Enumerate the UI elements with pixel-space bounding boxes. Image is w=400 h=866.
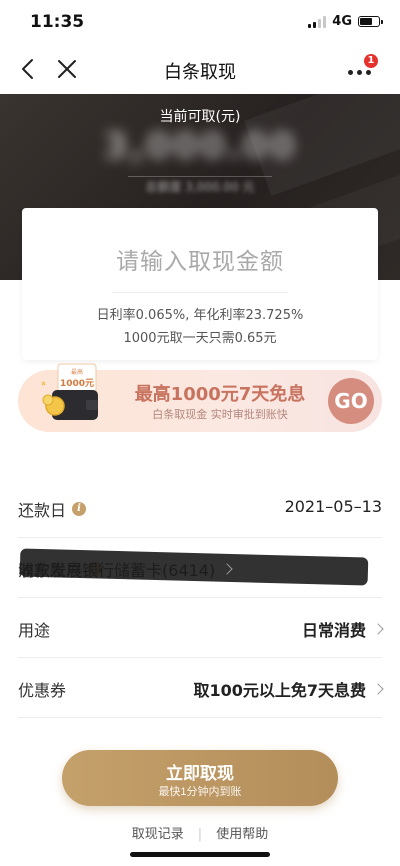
amount-input[interactable] xyxy=(42,240,358,284)
coupon-row[interactable]: 优惠券 取100元以上免7天息费 xyxy=(18,658,384,718)
receiving-account-row[interactable]: 收款账户 i 浦东发展银行储蓄卡(6414) xyxy=(18,538,382,598)
withdraw-now-button[interactable]: 立即取现 最快1分钟内到账 xyxy=(62,750,338,806)
help-link[interactable]: 使用帮助 xyxy=(216,827,268,842)
receiving-account-value-group: 浦东发展银行储蓄卡(6414) xyxy=(18,548,382,586)
daily-cost-text: 1000元取一天只需0.65元 xyxy=(123,331,277,346)
available-label: 当前可取(元) xyxy=(159,109,241,125)
status-time: 11:35 xyxy=(30,12,85,32)
nav-bar: 白条取现 1 xyxy=(0,44,400,94)
status-indicators: 4G xyxy=(308,14,383,29)
coupon-value: 取100元以上免7天息费 xyxy=(193,681,366,700)
battery-icon xyxy=(358,16,383,27)
repayment-date-value: 2021–05–13 xyxy=(284,497,382,516)
chevron-right-icon xyxy=(372,623,384,635)
chevron-right-icon xyxy=(372,683,384,695)
coupon-value-group: 取100元以上免7天息费 xyxy=(193,677,384,701)
withdraw-now-label: 立即取现 xyxy=(166,764,234,783)
coupon-amount-text: 1000元 xyxy=(60,378,94,389)
interest-rate-text: 日利率0.065%, 年化利率23.725% xyxy=(96,308,304,323)
available-amount: 3,000.00 xyxy=(103,126,297,167)
input-underline xyxy=(112,292,288,293)
promo-subtitle: 白条取现金 实时审批到账快 xyxy=(152,408,288,421)
total-limit: 总额度 3,000.00 元 xyxy=(145,180,255,194)
repayment-date-label: 还款日 xyxy=(18,501,67,520)
arrival-time-label: 最快1分钟内到账 xyxy=(158,786,242,798)
purpose-value: 日常消费 xyxy=(301,621,366,640)
more-menu-button[interactable]: 1 xyxy=(348,54,378,82)
coupon-label-text: 最高 xyxy=(71,368,83,376)
footer-links: 取现记录 | 使用帮助 xyxy=(0,823,400,842)
go-button[interactable]: GO xyxy=(328,378,374,424)
notification-badge: 1 xyxy=(364,54,378,68)
page-title: 白条取现 xyxy=(164,62,236,83)
hero-divider xyxy=(128,176,272,177)
coupon-wallet-icon: 最高 1000元 xyxy=(41,363,98,420)
info-icon[interactable]: i xyxy=(72,502,87,516)
purpose-row[interactable]: 用途 日常消费 xyxy=(18,598,384,658)
repayment-date-row[interactable]: 还款日 i 2021–05–13 xyxy=(18,478,382,538)
withdraw-records-link[interactable]: 取现记录 xyxy=(132,827,184,842)
promo-title: 最高1000元7天免息 xyxy=(134,384,306,405)
signal-icon xyxy=(308,15,327,28)
more-dots-icon xyxy=(348,70,371,75)
status-bar: 11:35 4G xyxy=(0,0,400,44)
amount-card: 日利率0.065%, 年化利率23.725% 1000元取一天只需0.65元 xyxy=(22,208,378,360)
coupon-label: 优惠券 xyxy=(18,681,67,700)
network-label: 4G xyxy=(332,14,352,29)
purpose-label: 用途 xyxy=(18,621,51,640)
home-indicator[interactable] xyxy=(130,852,270,857)
promo-banner[interactable]: 最高 1000元 最高1000元7天免息 白条取现金 实时审批到账快 GO xyxy=(18,363,382,432)
footer-separator: | xyxy=(197,827,203,842)
purpose-value-group: 日常消费 xyxy=(301,617,384,641)
repayment-date-label-group: 还款日 i xyxy=(18,497,87,521)
